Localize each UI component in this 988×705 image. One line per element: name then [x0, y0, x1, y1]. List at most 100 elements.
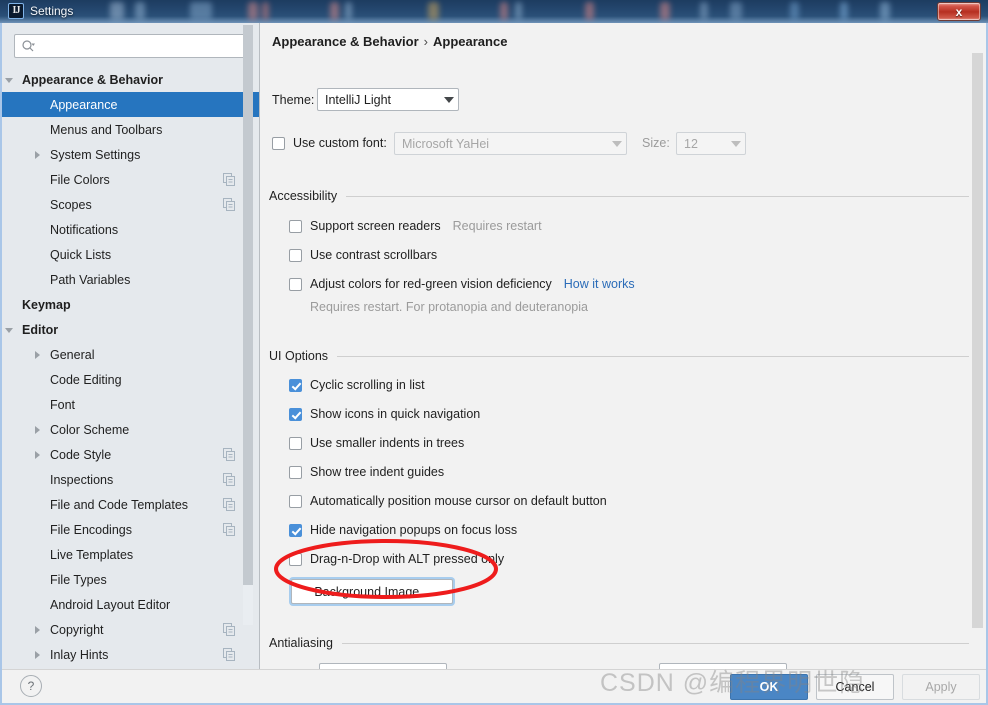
show-icons-quick-nav-label: Show icons in quick navigation — [310, 407, 481, 421]
sidebar-item-file-and-code-templates[interactable]: File and Code Templates — [2, 492, 259, 517]
copy-icon — [223, 623, 236, 636]
sidebar-item-copyright[interactable]: Copyright — [2, 617, 259, 642]
sidebar-item-label: Inlay Hints — [50, 647, 109, 662]
tree-indent-guides-row[interactable]: Show tree indent guides — [289, 465, 444, 479]
use-contrast-scrollbars-row[interactable]: Use contrast scrollbars — [289, 248, 437, 262]
sidebar-item-file-colors[interactable]: File Colors — [2, 167, 259, 192]
chevron-right-icon[interactable] — [32, 624, 44, 636]
cyclic-scrolling-checkbox[interactable] — [289, 378, 302, 392]
cancel-button[interactable]: Cancel — [816, 674, 894, 700]
sidebar-item-file-encodings[interactable]: File Encodings — [2, 517, 259, 542]
sidebar-item-general[interactable]: General — [2, 342, 259, 367]
apply-button[interactable]: Apply — [902, 674, 980, 700]
custom-font-combobox[interactable]: Microsoft YaHei — [394, 132, 627, 155]
chevron-down-icon[interactable] — [4, 74, 16, 86]
theme-value: IntelliJ Light — [325, 92, 392, 107]
copy-icon — [223, 473, 236, 486]
adjust-colors-row[interactable]: Adjust colors for red-green vision defic… — [289, 277, 635, 291]
use-custom-font-label: Use custom font: — [293, 136, 387, 150]
use-custom-font-checkbox[interactable] — [272, 136, 285, 150]
sidebar-item-code-editing[interactable]: Code Editing — [2, 367, 259, 392]
close-button[interactable]: x — [937, 2, 981, 21]
main-scrollbar-thumb[interactable] — [972, 53, 983, 628]
sidebar-item-path-variables[interactable]: Path Variables — [2, 267, 259, 292]
sidebar-item-notifications[interactable]: Notifications — [2, 217, 259, 242]
sidebar-item-label: Code Style — [50, 447, 112, 462]
breadcrumb-parent[interactable]: Appearance & Behavior — [272, 34, 419, 49]
antialiasing-section-title: Antialiasing — [269, 636, 333, 650]
help-button[interactable]: ? — [20, 675, 42, 697]
font-size-combobox[interactable]: 12 — [676, 132, 746, 155]
sidebar-item-editor[interactable]: Editor — [2, 317, 259, 342]
accessibility-hint: Requires restart. For protanopia and deu… — [310, 300, 588, 314]
sidebar-item-appearance[interactable]: Appearance — [2, 92, 259, 117]
chevron-right-icon[interactable] — [32, 649, 44, 661]
tree-indent-guides-checkbox[interactable] — [289, 465, 302, 479]
section-divider — [346, 195, 969, 197]
support-screen-readers-row[interactable]: Support screen readers Requires restart — [289, 219, 542, 233]
support-screen-readers-checkbox[interactable] — [289, 219, 302, 233]
auto-position-cursor-row[interactable]: Automatically position mouse cursor on d… — [289, 494, 607, 508]
show-icons-quick-nav-checkbox[interactable] — [289, 407, 302, 421]
sidebar-item-file-types[interactable]: File Types — [2, 567, 259, 592]
smaller-indents-label: Use smaller indents in trees — [310, 436, 465, 450]
sidebar-item-color-scheme[interactable]: Color Scheme — [2, 417, 259, 442]
search-box[interactable] — [14, 34, 250, 58]
sidebar-item-live-templates[interactable]: Live Templates — [2, 542, 259, 567]
ok-button[interactable]: OK — [730, 674, 808, 700]
adjust-colors-checkbox[interactable] — [289, 277, 302, 291]
apply-label: Apply — [925, 680, 957, 694]
sidebar-item-inlay-hints[interactable]: Inlay Hints — [2, 642, 259, 667]
chevron-right-icon[interactable] — [32, 449, 44, 461]
copy-icon — [223, 498, 236, 511]
use-contrast-scrollbars-label: Use contrast scrollbars — [310, 248, 438, 262]
chevron-down-icon — [608, 133, 626, 154]
search-input[interactable] — [41, 35, 245, 57]
sidebar-item-quick-lists[interactable]: Quick Lists — [2, 242, 259, 267]
theme-combobox[interactable]: IntelliJ Light — [317, 88, 459, 111]
sidebar-item-appearance-behavior[interactable]: Appearance & Behavior — [2, 67, 259, 92]
breadcrumb-current: Appearance — [433, 34, 508, 49]
settings-tree[interactable]: Appearance & Behavior Appearance Menus and… — [2, 67, 259, 671]
auto-position-cursor-checkbox[interactable] — [289, 494, 302, 508]
copy-icon — [223, 648, 236, 661]
hide-nav-popups-row[interactable]: Hide navigation popups on focus loss — [289, 523, 517, 537]
ui-options-section-header: UI Options — [269, 349, 969, 363]
antialiasing-section-header: Antialiasing — [269, 636, 969, 650]
question-mark-icon: ? — [27, 679, 35, 693]
sidebar-item-font[interactable]: Font — [2, 392, 259, 417]
background-image-button[interactable]: Background Image... — [291, 579, 453, 604]
adjust-colors-label: Adjust colors for red-green vision defic… — [310, 277, 552, 291]
use-contrast-scrollbars-checkbox[interactable] — [289, 248, 302, 262]
sidebar-item-system-settings[interactable]: System Settings — [2, 142, 259, 167]
cyclic-scrolling-row[interactable]: Cyclic scrolling in list — [289, 378, 425, 392]
chevron-down-icon[interactable] — [4, 324, 16, 336]
chevron-right-icon[interactable] — [32, 349, 44, 361]
sidebar-item-inspections[interactable]: Inspections — [2, 467, 259, 492]
show-icons-quick-nav-row[interactable]: Show icons in quick navigation — [289, 407, 480, 421]
sidebar-item-label: Editor — [22, 322, 59, 337]
sidebar-item-scopes[interactable]: Scopes — [2, 192, 259, 217]
drag-n-drop-alt-row[interactable]: Drag-n-Drop with ALT pressed only — [289, 552, 504, 566]
use-custom-font-checkbox-row[interactable]: Use custom font: — [272, 136, 387, 150]
drag-n-drop-alt-checkbox[interactable] — [289, 552, 302, 566]
smaller-indents-row[interactable]: Use smaller indents in trees — [289, 436, 464, 450]
copy-icon — [223, 173, 236, 186]
sidebar-item-menus-and-toolbars[interactable]: Menus and Toolbars — [2, 117, 259, 142]
sidebar-item-keymap[interactable]: Keymap — [2, 292, 259, 317]
smaller-indents-checkbox[interactable] — [289, 436, 302, 450]
chevron-right-icon[interactable] — [32, 424, 44, 436]
chevron-down-icon — [727, 133, 745, 154]
chevron-right-icon[interactable] — [32, 149, 44, 161]
sidebar-item-code-style[interactable]: Code Style — [2, 442, 259, 467]
sidebar-item-label: Quick Lists — [50, 247, 112, 262]
hide-nav-popups-checkbox[interactable] — [289, 523, 302, 537]
sidebar-item-label: Keymap — [22, 297, 71, 312]
search-field-wrapper — [14, 34, 250, 58]
sidebar-scrollbar-thumb[interactable] — [243, 25, 253, 585]
sidebar-item-android-layout-editor[interactable]: Android Layout Editor — [2, 592, 259, 617]
how-it-works-link[interactable]: How it works — [564, 277, 635, 291]
section-divider — [341, 642, 969, 644]
custom-font-value: Microsoft YaHei — [402, 136, 490, 151]
search-icon — [22, 40, 35, 53]
